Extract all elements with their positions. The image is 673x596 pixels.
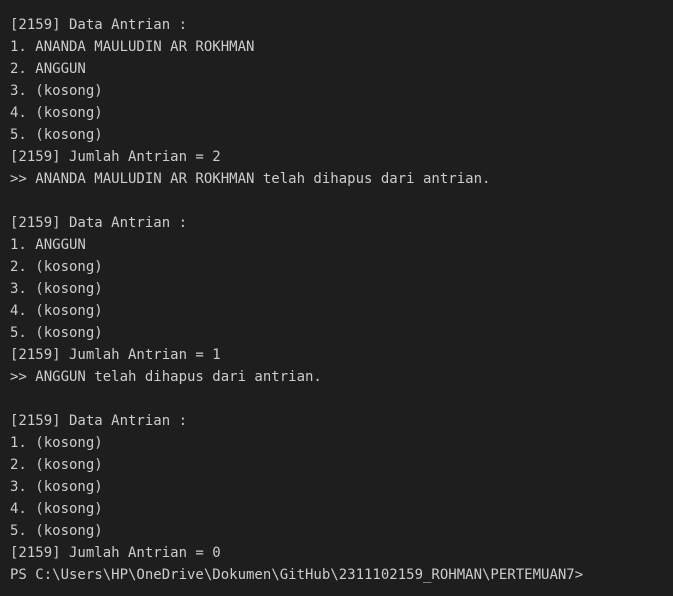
terminal-line: [2159] Data Antrian :	[10, 215, 188, 231]
terminal-line: 5. (kosong)	[10, 325, 103, 341]
terminal-line: [2159] Jumlah Antrian = 1	[10, 347, 221, 363]
terminal-line: >> ANANDA MAULUDIN AR ROKHMAN telah diha…	[10, 171, 491, 187]
terminal-line: 1. (kosong)	[10, 435, 103, 451]
terminal-line: 2. (kosong)	[10, 259, 103, 275]
terminal-line: 1. ANGGUN	[10, 237, 86, 253]
terminal-line: 3. (kosong)	[10, 281, 103, 297]
terminal-output[interactable]: [2159] Data Antrian : 1. ANANDA MAULUDIN…	[0, 0, 673, 596]
terminal-line: 5. (kosong)	[10, 523, 103, 539]
terminal-line: 4. (kosong)	[10, 105, 103, 121]
terminal-line: [2159] Jumlah Antrian = 2	[10, 149, 221, 165]
terminal-line: >> ANGGUN telah dihapus dari antrian.	[10, 369, 322, 385]
terminal-line: 4. (kosong)	[10, 303, 103, 319]
terminal-line: 2. (kosong)	[10, 457, 103, 473]
terminal-prompt[interactable]: PS C:\Users\HP\OneDrive\Dokumen\GitHub\2…	[10, 564, 673, 586]
terminal-line: 3. (kosong)	[10, 479, 103, 495]
terminal-line: [2159] Data Antrian :	[10, 17, 188, 33]
terminal-line: 5. (kosong)	[10, 127, 103, 143]
terminal-line: 1. ANANDA MAULUDIN AR ROKHMAN	[10, 39, 255, 55]
terminal-line: [2159] Data Antrian :	[10, 413, 188, 429]
terminal-line: 3. (kosong)	[10, 83, 103, 99]
terminal-line: [2159] Jumlah Antrian = 0	[10, 545, 221, 561]
terminal-line: 2. ANGGUN	[10, 61, 86, 77]
terminal-line: 4. (kosong)	[10, 501, 103, 517]
